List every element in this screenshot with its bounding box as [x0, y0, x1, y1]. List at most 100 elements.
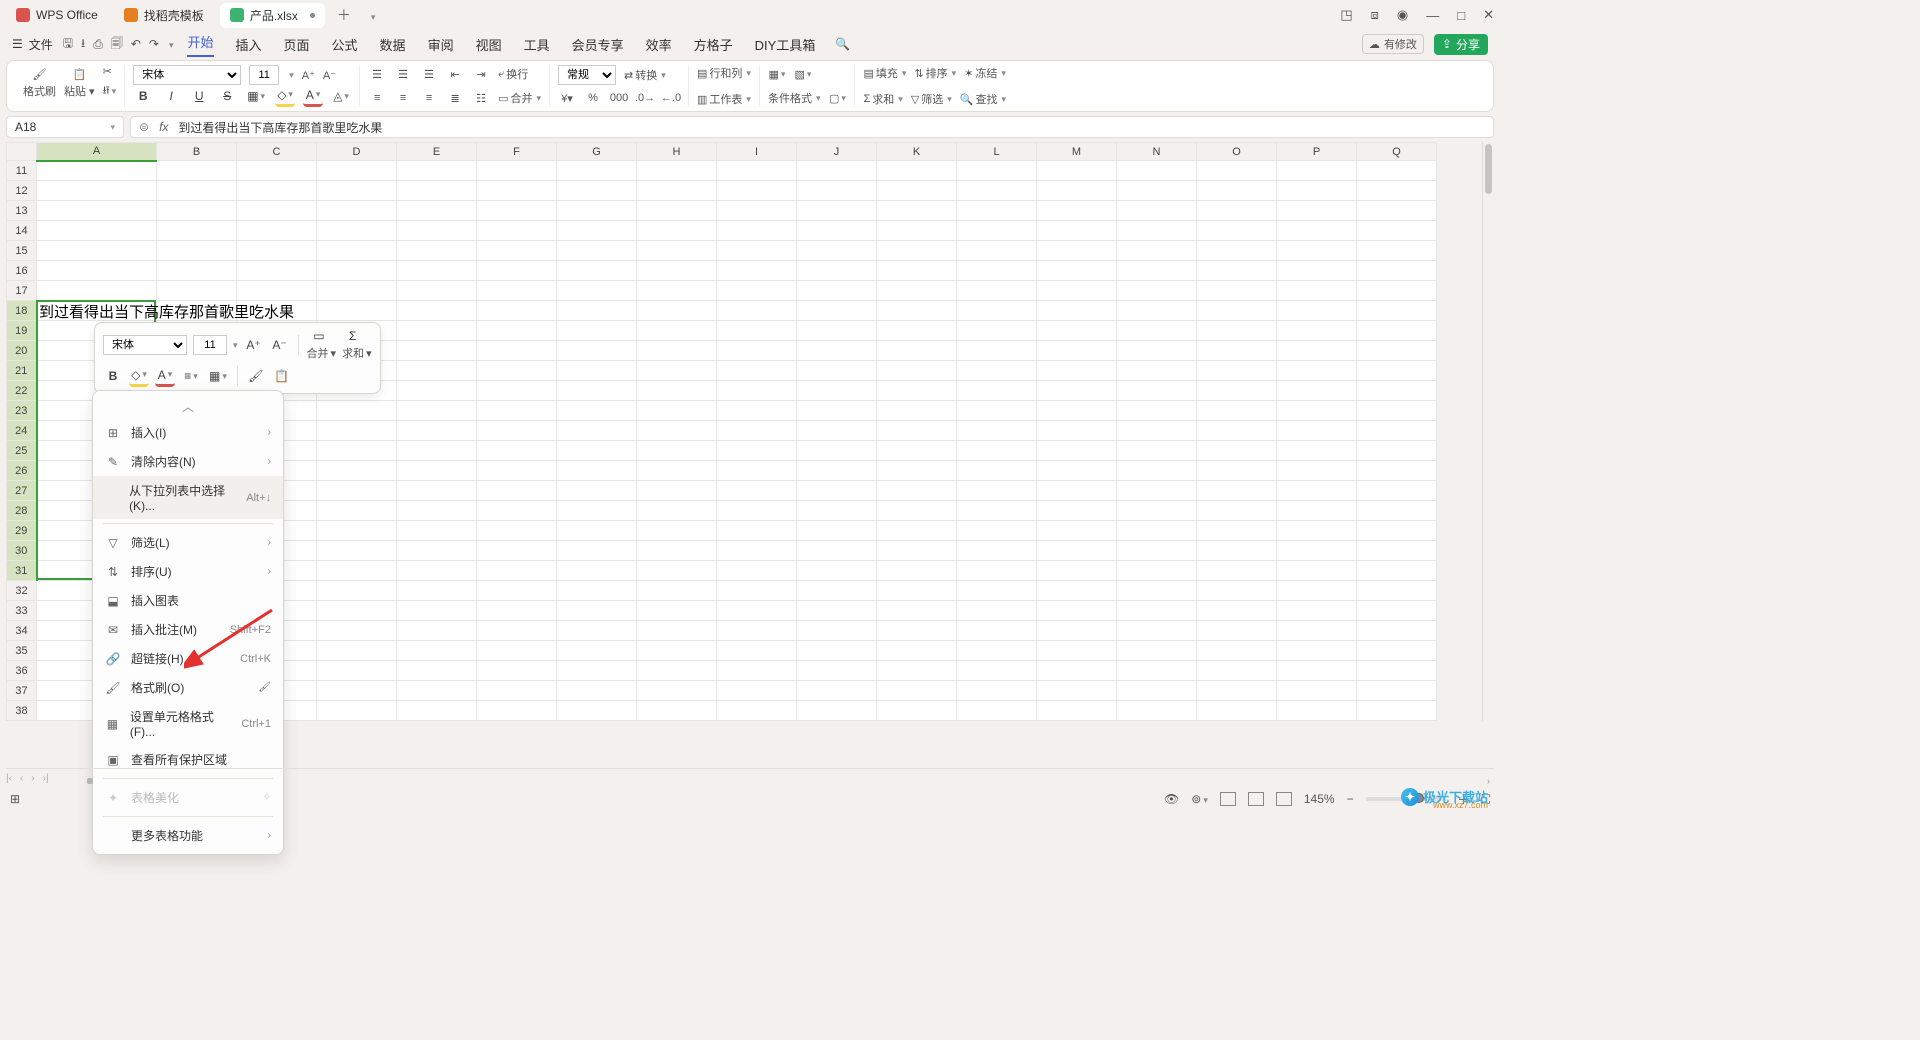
cell-E38[interactable] [397, 701, 477, 721]
cell-D38[interactable] [317, 701, 397, 721]
cell-J21[interactable] [797, 361, 877, 381]
row-header-18[interactable]: 18 [7, 301, 37, 321]
cell-K37[interactable] [877, 681, 957, 701]
cell-M26[interactable] [1037, 461, 1117, 481]
cell-G31[interactable] [557, 561, 637, 581]
cell-F38[interactable] [477, 701, 557, 721]
cell-N14[interactable] [1117, 221, 1197, 241]
row-header-26[interactable]: 26 [7, 461, 37, 481]
last-sheet-button[interactable]: ›| [43, 773, 49, 784]
cell-I33[interactable] [717, 601, 797, 621]
cell-I30[interactable] [717, 541, 797, 561]
cut-icon[interactable]: ✂ [103, 65, 117, 78]
select-all-corner[interactable] [7, 143, 37, 161]
cell-L22[interactable] [957, 381, 1037, 401]
cell-D29[interactable] [317, 521, 397, 541]
cell-E37[interactable] [397, 681, 477, 701]
cell-D32[interactable] [317, 581, 397, 601]
cell-O20[interactable] [1197, 341, 1277, 361]
cell-D34[interactable] [317, 621, 397, 641]
fill-color-button[interactable]: ◇ [275, 85, 295, 107]
row-header-17[interactable]: 17 [7, 281, 37, 301]
font-select[interactable]: 宋体 [133, 65, 241, 85]
row-header-29[interactable]: 29 [7, 521, 37, 541]
row-header-33[interactable]: 33 [7, 601, 37, 621]
cell-E11[interactable] [397, 161, 477, 181]
cell-M22[interactable] [1037, 381, 1117, 401]
row-header-20[interactable]: 20 [7, 341, 37, 361]
cell-I13[interactable] [717, 201, 797, 221]
cell-P34[interactable] [1277, 621, 1357, 641]
find-button[interactable]: 🔍 查找 [960, 91, 1006, 107]
print-icon[interactable]: ⎙ [93, 37, 103, 52]
menu-开始[interactable]: 开始 [187, 32, 213, 57]
cell-N24[interactable] [1117, 421, 1197, 441]
cell-E13[interactable] [397, 201, 477, 221]
cell-P28[interactable] [1277, 501, 1357, 521]
cell-N21[interactable] [1117, 361, 1197, 381]
cell-N20[interactable] [1117, 341, 1197, 361]
view-pagelayout-icon[interactable] [1248, 792, 1264, 806]
cell-Q13[interactable] [1357, 201, 1437, 221]
ctx-more-functions[interactable]: 更多表格功能 › [93, 821, 283, 850]
cell-M13[interactable] [1037, 201, 1117, 221]
cell-P38[interactable] [1277, 701, 1357, 721]
filter-button[interactable]: ▽ 筛选 [911, 91, 952, 107]
cell-P23[interactable] [1277, 401, 1357, 421]
col-header-E[interactable]: E [397, 143, 477, 161]
menu-数据[interactable]: 数据 [380, 35, 406, 54]
row-header-11[interactable]: 11 [7, 161, 37, 181]
menu-效率[interactable]: 效率 [646, 35, 672, 54]
cell-H28[interactable] [637, 501, 717, 521]
ctx-dropdown-select[interactable]: 从下拉列表中选择(K)... Alt+↓ [93, 476, 283, 519]
cell-Q29[interactable] [1357, 521, 1437, 541]
cell-H15[interactable] [637, 241, 717, 261]
cell-I14[interactable] [717, 221, 797, 241]
cell-Q14[interactable] [1357, 221, 1437, 241]
close-button[interactable]: ✕ [1483, 7, 1494, 23]
row-header-22[interactable]: 22 [7, 381, 37, 401]
cell-L21[interactable] [957, 361, 1037, 381]
qat-dropdown[interactable] [167, 37, 174, 51]
cell-D12[interactable] [317, 181, 397, 201]
cell-N12[interactable] [1117, 181, 1197, 201]
cell-I23[interactable] [717, 401, 797, 421]
cell-K27[interactable] [877, 481, 957, 501]
cell-K18[interactable] [877, 301, 957, 321]
cell-H37[interactable] [637, 681, 717, 701]
cell-H13[interactable] [637, 201, 717, 221]
cell-G24[interactable] [557, 421, 637, 441]
cell-O35[interactable] [1197, 641, 1277, 661]
cell-P29[interactable] [1277, 521, 1357, 541]
cell-G20[interactable] [557, 341, 637, 361]
cell-N19[interactable] [1117, 321, 1197, 341]
cell-C14[interactable] [237, 221, 317, 241]
cell-I32[interactable] [717, 581, 797, 601]
cell-D33[interactable] [317, 601, 397, 621]
font-size-input[interactable] [249, 65, 279, 85]
freeze-button[interactable]: ✶ 冻结 [964, 65, 1006, 81]
cell-M38[interactable] [1037, 701, 1117, 721]
view-normal-icon[interactable] [1220, 792, 1236, 806]
hamburger-icon[interactable]: ☰ [12, 37, 23, 51]
cell-G30[interactable] [557, 541, 637, 561]
cell-E23[interactable] [397, 401, 477, 421]
cell-N16[interactable] [1117, 261, 1197, 281]
cell-Q27[interactable] [1357, 481, 1437, 501]
cell-M18[interactable] [1037, 301, 1117, 321]
cell-O24[interactable] [1197, 421, 1277, 441]
cell-H26[interactable] [637, 461, 717, 481]
cell-G35[interactable] [557, 641, 637, 661]
cell-M35[interactable] [1037, 641, 1117, 661]
cell-N32[interactable] [1117, 581, 1197, 601]
menu-视图[interactable]: 视图 [476, 35, 502, 54]
formula-input-area[interactable]: ⊜ fx 到过看得出当下高库存那首歌里吃水果 [130, 116, 1494, 138]
cell-K14[interactable] [877, 221, 957, 241]
cell-K23[interactable] [877, 401, 957, 421]
cell-F27[interactable] [477, 481, 557, 501]
hscroll-indicator[interactable] [87, 778, 93, 784]
cell-J33[interactable] [797, 601, 877, 621]
cell-F22[interactable] [477, 381, 557, 401]
cell-N28[interactable] [1117, 501, 1197, 521]
cell-L13[interactable] [957, 201, 1037, 221]
